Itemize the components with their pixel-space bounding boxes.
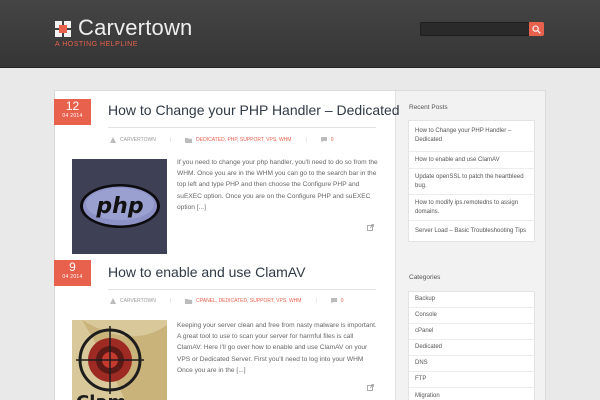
external-link-icon[interactable]	[367, 384, 374, 391]
svg-text:php: php	[95, 194, 143, 219]
post-categories[interactable]: CPANEL, DEDICATED, SUPPORT, VPS, WHM	[196, 298, 301, 304]
clamav-logo-image: Clam	[72, 320, 167, 400]
category-link[interactable]: Dedicated	[409, 340, 534, 356]
comment-icon	[330, 298, 337, 304]
site-tagline: A HOSTING HELPLINE	[55, 41, 138, 48]
post-day: 9	[69, 260, 76, 274]
divider	[108, 289, 376, 290]
post-comment-count[interactable]: 0	[341, 298, 344, 304]
post-meta: CARVERTOWN | DEDICATED, PHP, SUPPORT, VP…	[110, 137, 334, 143]
category-link[interactable]: DNS	[409, 356, 534, 372]
category-link[interactable]: cPanel	[409, 324, 534, 340]
widget-title-categories: Categories	[409, 274, 441, 281]
search-icon	[532, 25, 541, 34]
author-icon	[110, 298, 116, 304]
recent-post-link[interactable]: Update openSSL to patch the heartbleed b…	[409, 169, 534, 195]
post-author[interactable]: CARVERTOWN	[120, 298, 156, 304]
categories-widget: Backup Console cPanel Dedicated DNS FTP …	[408, 291, 535, 400]
post-month: 04 2014	[62, 274, 83, 280]
search-input[interactable]	[420, 22, 530, 36]
separator: |	[315, 298, 317, 304]
divider	[108, 127, 376, 128]
recent-post-link[interactable]: How to modify ips.remotedns to assign do…	[409, 195, 534, 221]
post-meta: CARVERTOWN | CPANEL, DEDICATED, SUPPORT,…	[110, 298, 344, 304]
recent-post-link[interactable]: How to Change your PHP Handler – Dedicat…	[409, 121, 534, 152]
logo-icon[interactable]	[55, 21, 71, 37]
php-logo-image: php	[72, 159, 167, 254]
category-link[interactable]: Migration	[409, 388, 534, 400]
recent-post-link[interactable]: Server Load – Basic Troubleshooting Tips	[409, 221, 534, 241]
author-icon	[110, 137, 116, 143]
post-comment-count[interactable]: 0	[331, 137, 334, 143]
post-month: 04 2014	[62, 113, 83, 119]
svg-text:Clam: Clam	[76, 392, 126, 400]
comment-icon	[320, 137, 327, 143]
post-title[interactable]: How to Change your PHP Handler – Dedicat…	[108, 102, 400, 118]
post-title[interactable]: How to enable and use ClamAV	[108, 264, 305, 280]
post-author[interactable]: CARVERTOWN	[120, 137, 156, 143]
separator: |	[305, 137, 307, 143]
post-date-badge: 9 04 2014	[54, 260, 91, 286]
categories-list: Backup Console cPanel Dedicated DNS FTP …	[409, 292, 534, 400]
separator: |	[169, 298, 172, 304]
recent-posts-list: How to Change your PHP Handler – Dedicat…	[409, 121, 534, 241]
external-link-icon[interactable]	[367, 224, 374, 231]
post-categories[interactable]: DEDICATED, PHP, SUPPORT, VPS, WHM	[196, 137, 291, 143]
folder-icon	[185, 138, 193, 143]
post-day: 12	[65, 99, 80, 113]
widget-title-recent-posts: Recent Posts	[409, 104, 448, 111]
post-date-badge: 12 04 2014	[54, 99, 91, 125]
category-link[interactable]: Backup	[409, 292, 534, 308]
post-excerpt: Keeping your server clean and free from …	[177, 322, 377, 374]
php-thumbnail[interactable]: php	[72, 159, 167, 254]
category-link[interactable]: FTP	[409, 372, 534, 388]
recent-post-link[interactable]: How to enable and use ClamAV	[409, 152, 534, 169]
post-excerpt: If you need to change your php handler, …	[177, 159, 378, 211]
folder-icon	[185, 299, 193, 304]
site-title[interactable]: Carvertown	[78, 15, 192, 41]
category-link[interactable]: Console	[409, 308, 534, 324]
search-button[interactable]	[529, 22, 544, 36]
recent-posts-widget: How to Change your PHP Handler – Dedicat…	[408, 120, 535, 242]
site-header: Carvertown A HOSTING HELPLINE	[0, 0, 600, 68]
separator: |	[169, 137, 172, 143]
clamav-thumbnail[interactable]: Clam	[72, 320, 167, 400]
